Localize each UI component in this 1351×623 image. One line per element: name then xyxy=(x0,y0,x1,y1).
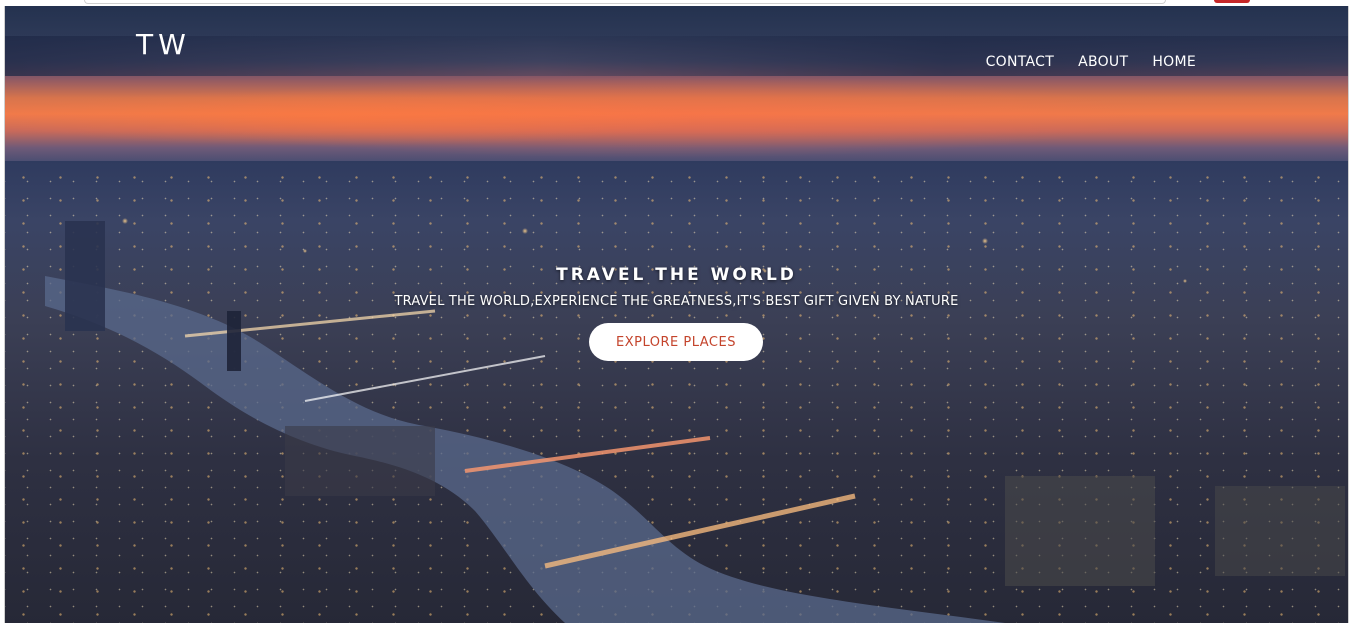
browser-control-edge xyxy=(1214,0,1250,3)
site-logo[interactable]: TW xyxy=(136,28,191,61)
main-nav: CONTACT ABOUT HOME xyxy=(986,54,1196,70)
nav-contact-link[interactable]: CONTACT xyxy=(986,54,1055,70)
explore-places-button[interactable]: EXPLORE PLACES xyxy=(589,323,763,361)
hero-background-illustration xyxy=(45,221,1345,623)
hero-section: TW CONTACT ABOUT HOME TRAVEL THE WORLD T… xyxy=(4,6,1349,623)
nav-about-link[interactable]: ABOUT xyxy=(1078,54,1128,70)
hero-subtitle: TRAVEL THE WORLD,EXPERIENCE THE GREATNES… xyxy=(394,294,959,309)
address-bar-edge xyxy=(84,0,1166,4)
hero-title: TRAVEL THE WORLD xyxy=(556,265,797,285)
nav-home-link[interactable]: HOME xyxy=(1152,54,1196,70)
